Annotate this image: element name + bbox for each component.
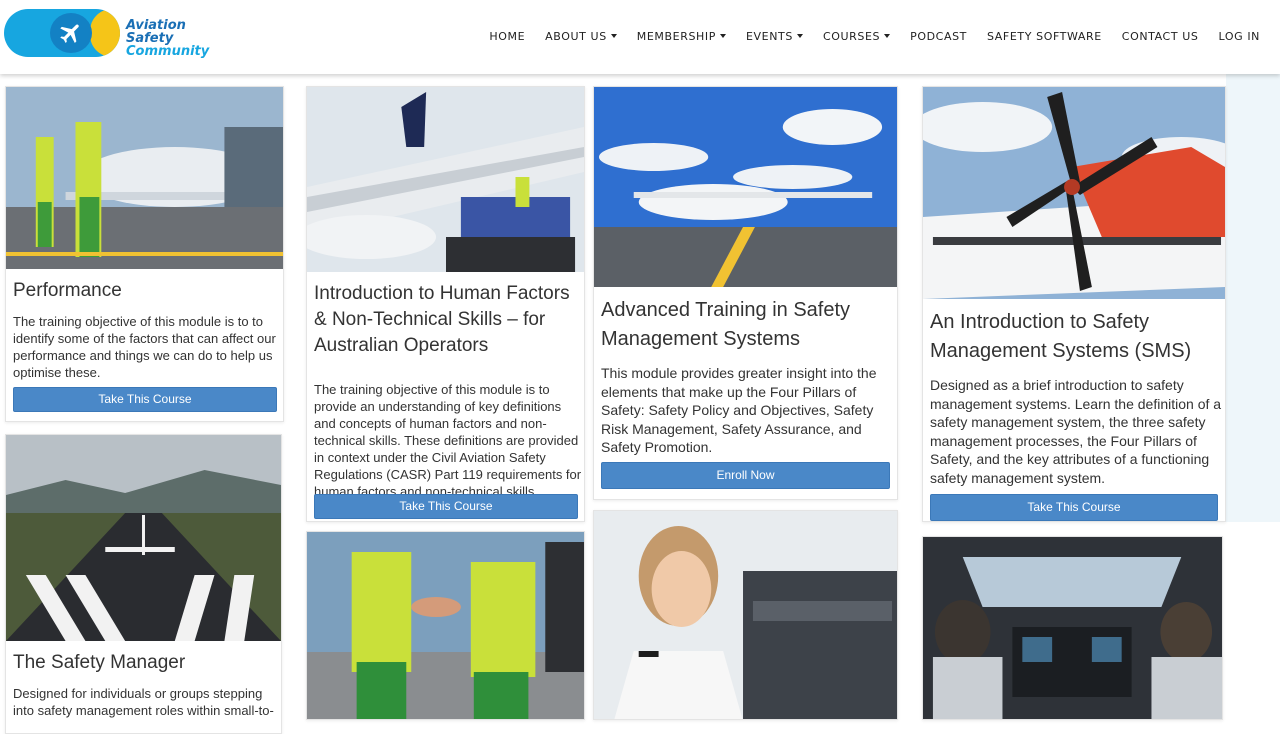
nav-home[interactable]: HOME [489,26,525,46]
main-nav: HOME ABOUT US MEMBERSHIP EVENTS COURSES … [469,26,1260,46]
course-card [922,536,1223,720]
nav-contact-us-label: CONTACT US [1121,29,1199,43]
course-card [306,531,585,720]
course-card [593,510,898,720]
course-description: Designed for individuals or groups stepp… [13,686,274,718]
take-course-button[interactable]: Take This Course [930,494,1218,521]
nav-membership[interactable]: MEMBERSHIP [637,26,726,46]
course-card: The Safety Manager Designed for individu… [5,434,282,734]
turboprop-boarding-photo[interactable] [594,87,897,287]
caret-down-icon [884,34,891,38]
nav-membership-label: MEMBERSHIP [636,29,716,43]
nav-log-in-label: LOG IN [1218,29,1260,43]
nav-safety-software[interactable]: SAFETY SOFTWARE [987,26,1102,46]
wing-maintenance-lift-photo[interactable] [307,87,584,272]
handshake-photo[interactable] [307,532,584,719]
logo-line-3: Community [126,44,210,59]
nav-podcast[interactable]: PODCAST [910,26,967,46]
nav-about-us-label: ABOUT US [545,29,607,43]
nav-about-us[interactable]: ABOUT US [545,26,617,46]
nav-safety-software-label: SAFETY SOFTWARE [986,29,1102,43]
enroll-now-button[interactable]: Enroll Now [601,462,890,489]
nav-home-label: HOME [489,29,526,43]
caret-down-icon [610,34,617,38]
nav-courses[interactable]: COURSES [822,26,891,46]
caret-down-icon [719,34,726,38]
course-card: Performance The training objective of th… [5,86,284,422]
pilot-portrait-photo[interactable] [594,511,897,719]
logo-wordmark: Aviation Safety Community [126,19,209,58]
course-description: The training objective of this module is… [13,314,276,380]
course-description: Designed as a brief introduction to safe… [930,377,1222,486]
ground-crew-airliner-photo[interactable] [6,87,283,269]
nav-events[interactable]: EVENTS [746,26,803,46]
nav-courses-label: COURSES [822,29,881,43]
course-title: Advanced Training in Safety Management S… [601,299,851,350]
course-card: Introduction to Human Factors & Non-Tech… [306,86,585,522]
nav-log-in[interactable]: LOG IN [1219,26,1261,46]
course-title: An Introduction to Safety Management Sys… [930,311,1192,362]
nav-events-label: EVENTS [745,29,793,43]
propeller-closeup-photo[interactable] [923,87,1225,299]
nav-contact-us[interactable]: CONTACT US [1122,26,1199,46]
site-logo[interactable]: Aviation Safety Community [4,9,224,61]
course-grid: Performance The training objective of th… [0,74,1280,734]
course-card: Advanced Training in Safety Management S… [593,86,898,500]
nav-podcast-label: PODCAST [910,29,967,43]
cockpit-pilots-photo[interactable] [923,537,1222,719]
course-title: Introduction to Human Factors & Non-Tech… [314,283,570,356]
airplane-icon [50,13,92,53]
take-course-button[interactable]: Take This Course [314,494,578,519]
course-card: An Introduction to Safety Management Sys… [922,86,1226,522]
take-course-button[interactable]: Take This Course [13,387,277,412]
course-title: Performance [13,280,122,301]
caret-down-icon [796,34,803,38]
course-description: This module provides greater insight int… [601,365,877,455]
runway-photo[interactable] [6,435,281,641]
background-panel [1226,74,1280,522]
course-title: The Safety Manager [13,652,186,673]
site-header: Aviation Safety Community HOME ABOUT US … [0,0,1280,74]
